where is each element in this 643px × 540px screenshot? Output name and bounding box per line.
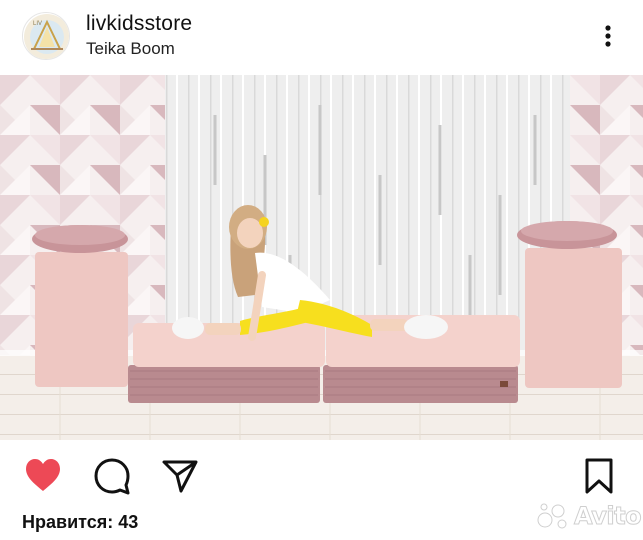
likes-count[interactable]: Нравится: 43 [22, 512, 138, 533]
avito-logo-icon [537, 503, 567, 529]
bookmark-icon[interactable] [580, 457, 618, 495]
post-username[interactable]: livkidsstore [86, 12, 192, 36]
comment-bubble-icon[interactable] [93, 457, 131, 495]
post-actions [0, 440, 643, 508]
post-header: LIV livkidsstore Teika Boom [0, 0, 643, 75]
photo-scene [0, 75, 643, 440]
avito-watermark: Avito [536, 502, 642, 531]
more-vertical-icon[interactable] [598, 22, 618, 52]
post-photo[interactable] [0, 75, 643, 440]
heart-filled-icon[interactable] [24, 457, 62, 495]
likes-label: Нравится: [22, 512, 114, 532]
likes-number: 43 [118, 512, 139, 532]
post-location[interactable]: Teika Boom [86, 39, 175, 59]
paper-plane-icon[interactable] [161, 457, 199, 495]
avatar[interactable]: LIV [22, 12, 70, 60]
watermark-text: Avito [573, 502, 642, 531]
avatar-logo-text: LIV [33, 21, 42, 27]
tent-icon: LIV [24, 14, 69, 59]
